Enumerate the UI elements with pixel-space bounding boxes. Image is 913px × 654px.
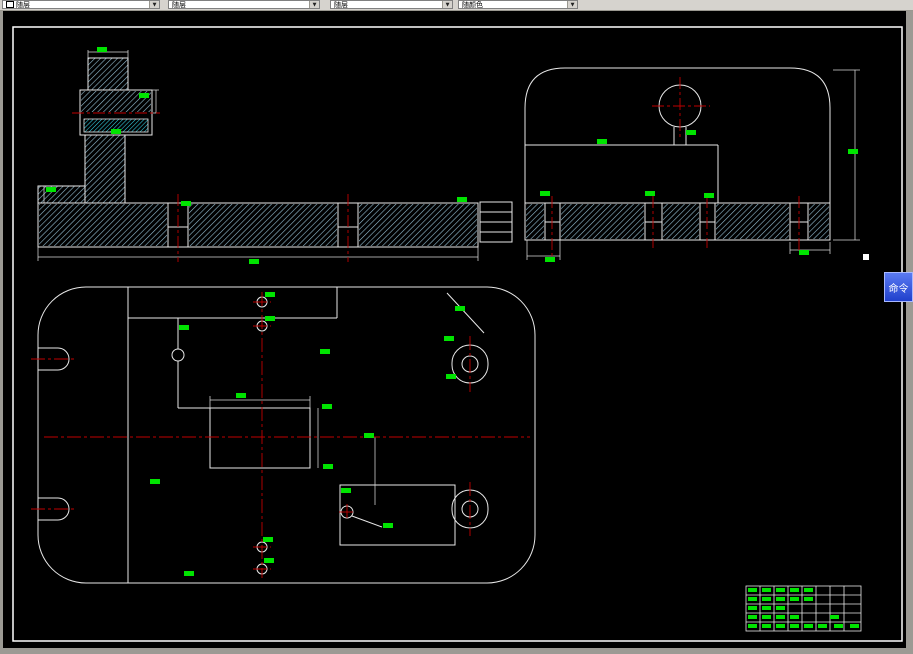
window-bottom-border bbox=[0, 648, 913, 654]
grip-point[interactable] bbox=[863, 254, 869, 260]
linetype-control-combo[interactable]: 随层 ▼ bbox=[168, 0, 320, 9]
lineweight-control-combo[interactable]: 随层 ▼ bbox=[330, 0, 453, 9]
color-swatch-icon bbox=[6, 1, 14, 8]
command-panel-tab[interactable]: 命令 bbox=[884, 272, 913, 302]
chevron-down-icon[interactable]: ▼ bbox=[442, 1, 452, 8]
properties-toolbar: 随层 ▼ 随层 ▼ 随层 ▼ 随颜色 ▼ bbox=[0, 0, 913, 11]
plotstyle-control-value: 随颜色 bbox=[462, 0, 483, 9]
drawing-canvas[interactable] bbox=[0, 0, 913, 654]
linetype-control-value: 随层 bbox=[172, 0, 186, 9]
window-right-border bbox=[906, 10, 913, 654]
color-control-value: 随层 bbox=[16, 0, 30, 9]
color-control-combo[interactable]: 随层 ▼ bbox=[2, 0, 160, 9]
command-panel-tab-label: 命令 bbox=[888, 283, 909, 295]
chevron-down-icon[interactable]: ▼ bbox=[567, 1, 577, 8]
lineweight-control-value: 随层 bbox=[334, 0, 348, 9]
chevron-down-icon[interactable]: ▼ bbox=[149, 1, 159, 8]
window-left-border bbox=[0, 10, 3, 654]
chevron-down-icon[interactable]: ▼ bbox=[309, 1, 319, 8]
plotstyle-control-combo[interactable]: 随颜色 ▼ bbox=[458, 0, 578, 9]
